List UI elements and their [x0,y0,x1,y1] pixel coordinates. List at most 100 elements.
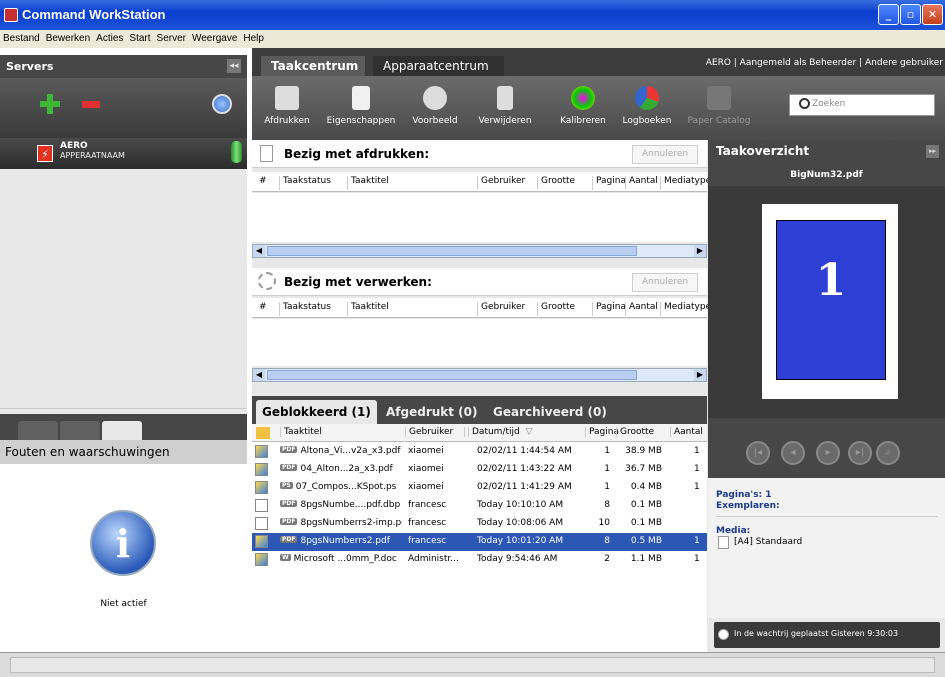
job-list-tab-icon[interactable] [18,421,58,440]
paper-catalog-button[interactable]: Paper Catalog [684,82,754,134]
col-media[interactable]: Mediatype [660,176,711,190]
scroll-thumb[interactable] [267,370,637,380]
copies-label: Exemplaren: [716,501,780,511]
table-row[interactable]: PDF 8pgsNumberrs2-imp.pdf francesc Today 10… [252,515,707,533]
calibrate-button[interactable]: Kalibreren [548,82,618,134]
col-pages[interactable]: Pagina [592,176,626,190]
col-taaktitel[interactable]: Taaktitel [280,427,322,437]
tab-apparaatcentrum[interactable]: Apparaatcentrum [373,56,504,76]
pages-label: Pagina's: 1 [716,490,772,500]
job-pages: 1 [604,464,610,474]
job-size: 0.1 MB [630,500,662,510]
col-title[interactable]: Taaktitel [347,302,389,316]
processing-list [252,319,707,366]
col-count[interactable]: Aantal [625,176,658,190]
prev-page-icon[interactable]: ◂ [781,441,805,465]
cancel-print-button[interactable]: Annuleren [632,145,698,164]
info-tab-icon[interactable] [102,421,142,440]
menu-start[interactable]: Start [126,30,153,44]
menu-acties[interactable]: Acties [93,30,126,44]
add-server-icon[interactable] [40,94,60,114]
job-pages: 1 [604,446,610,456]
menu-bestand[interactable]: Bestand [0,30,43,44]
server-name: AERO [60,141,88,151]
file-type-badge: PDF [280,536,298,543]
table-row[interactable]: PDF 04_Alton...2a_x3.pdf xiaomei 02/02/11 1… [252,461,707,479]
job-size: 0.4 MB [630,482,662,492]
col-grootte[interactable]: Grootte [616,427,654,437]
minimize-button[interactable]: _ [878,4,899,25]
print-button[interactable]: Afdrukken [252,82,322,134]
tab-gearchiveerd[interactable]: Gearchiveerd (0) [487,400,613,424]
menu-help[interactable]: Help [240,30,267,44]
menu-server[interactable]: Server [154,30,189,44]
job-pages: 8 [604,536,610,546]
col-pagina[interactable]: Pagina [585,427,619,437]
status-bar-field [10,657,935,673]
server-lightning-icon: ⚡ [37,145,53,162]
file-type-badge: PDF [280,464,298,471]
col-pages[interactable]: Pagina [592,302,626,316]
scroll-right-icon[interactable]: ▶ [694,245,706,257]
col-media[interactable]: Mediatype [660,302,711,316]
next-page-icon[interactable]: ▸ [816,441,840,465]
logs-button[interactable]: Logboeken [612,82,682,134]
menu-bar: Bestand Bewerken Acties Start Server Weergave… [0,30,945,48]
tab-geblokkeerd[interactable]: Geblokkeerd (1) [256,400,377,424]
processing-scrollbar[interactable]: ◀ ▶ [252,368,707,382]
server-settings-icon[interactable] [212,94,232,114]
scroll-thumb[interactable] [267,246,637,256]
overview-title: Taakoverzicht [716,144,810,158]
remove-server-icon[interactable] [82,101,100,108]
properties-button[interactable]: Eigenschappen [326,82,396,134]
search-input[interactable]: Zoeken [789,94,935,116]
col-size[interactable]: Grootte [537,176,575,190]
col-number[interactable]: # [256,176,267,190]
printing-list [252,193,707,242]
printing-scrollbar[interactable]: ◀ ▶ [252,244,707,258]
file-type-badge: W [280,554,291,561]
preview-icon [423,86,447,110]
scroll-right-icon[interactable]: ▶ [694,369,706,381]
column-chooser-icon[interactable] [256,427,270,439]
tab-afgedrukt[interactable]: Afgedrukt (0) [380,400,484,424]
zoom-icon[interactable]: ⌕ [876,441,900,465]
table-row[interactable]: PS 07_Compos...KSpot.ps xiaomei 02/02/11 1:… [252,479,707,497]
table-row[interactable]: PDF 8pgsNumberrs2.pdf francesc Today 10:01:… [252,533,707,551]
col-count[interactable]: Aantal [625,302,658,316]
expand-icon[interactable]: ▸▸ [926,145,939,158]
job-size: 0.1 MB [630,518,662,528]
scroll-left-icon[interactable]: ◀ [253,245,265,257]
close-button[interactable]: ✕ [922,4,943,25]
user-status[interactable]: AERO | Aangemeld als Beheerder | Andere … [596,58,943,68]
col-user[interactable]: Gebruiker [477,176,525,190]
table-row[interactable]: PDF 8pgsNumbe....pdf.dbp francesc Today 10:… [252,497,707,515]
tab-taakcentrum[interactable]: Taakcentrum [261,56,365,76]
col-datetime[interactable]: Datum/tijd ▽ [464,427,533,437]
table-row[interactable]: W Microsoft ...0mm_P.doc Administr... Today… [252,551,707,569]
job-title: PDF 8pgsNumberrs2.pdf [280,536,390,546]
col-number[interactable]: # [256,302,267,316]
cancel-process-button[interactable]: Annuleren [632,273,698,292]
job-status-icon [255,445,268,458]
scroll-left-icon[interactable]: ◀ [253,369,265,381]
maximize-button[interactable]: ▫ [900,4,921,25]
collapse-icon[interactable]: ◂◂ [227,59,241,73]
col-aantal[interactable]: Aantal [670,427,703,437]
job-count: 1 [694,536,700,546]
col-status[interactable]: Taakstatus [279,302,331,316]
menu-weergave[interactable]: Weergave [189,30,240,44]
delete-button[interactable]: Verwijderen [470,82,540,134]
table-row[interactable]: PDF Altona_Vi...v2a_x3.pdf xiaomei 02/02/11… [252,443,707,461]
col-gebruiker[interactable]: Gebruiker [405,427,453,437]
status-text: Niet actief [100,599,147,609]
col-size[interactable]: Grootte [537,302,575,316]
first-page-icon[interactable]: |◂ [746,441,770,465]
col-user[interactable]: Gebruiker [477,302,525,316]
col-title[interactable]: Taaktitel [347,176,389,190]
preview-button[interactable]: Voorbeeld [400,82,470,134]
messages-tab-icon[interactable] [60,421,100,440]
menu-bewerken[interactable]: Bewerken [43,30,93,44]
col-status[interactable]: Taakstatus [279,176,331,190]
last-page-icon[interactable]: ▸| [848,441,872,465]
